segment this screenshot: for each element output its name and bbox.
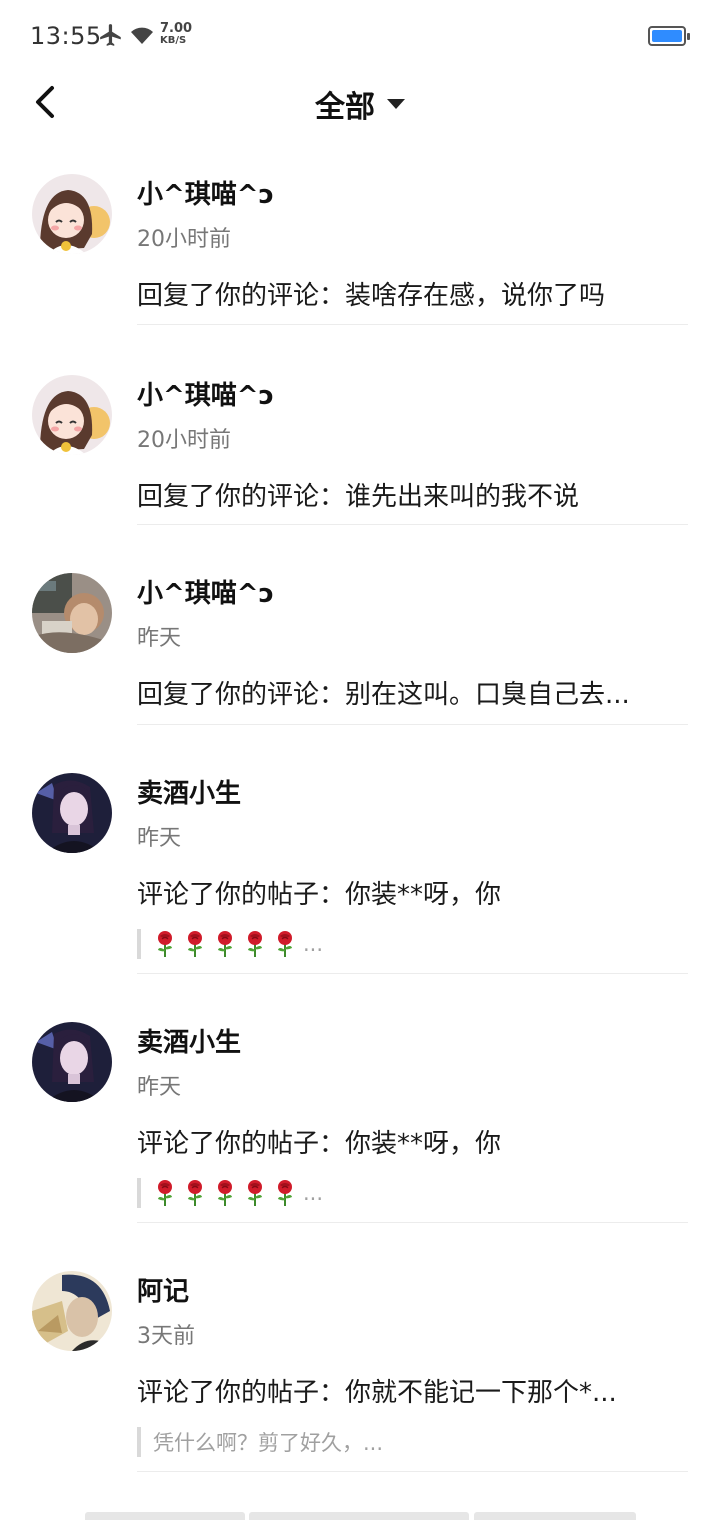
rose-emoji-row xyxy=(153,930,303,958)
notification-message: 评论了你的帖子：你装**呀，你 xyxy=(137,1129,502,1159)
user-name[interactable]: 卖酒小生 xyxy=(137,773,688,810)
quoted-post: ... xyxy=(137,929,688,959)
rose-icon xyxy=(278,931,292,957)
notification-item[interactable]: 小^琪喵^ↄ 20小时前 回复了你的评论：谁先出来叫的我不说 xyxy=(0,325,720,525)
timestamp: 昨天 xyxy=(137,1075,182,1100)
bottom-bar-segment xyxy=(249,1512,469,1520)
divider xyxy=(137,1471,688,1472)
notification-item[interactable]: 卖酒小生 昨天 评论了你的帖子：你装**呀，你 ... xyxy=(0,725,720,974)
anime-avatar-icon xyxy=(32,375,112,455)
rose-icon xyxy=(278,1180,292,1206)
status-time: 13:55 xyxy=(30,22,102,50)
page-title: 全部 xyxy=(315,90,375,125)
avatar[interactable] xyxy=(32,573,112,653)
quoted-post: 凭什么啊？剪了好久，... xyxy=(137,1427,688,1457)
network-speed-value: 7.00 xyxy=(160,21,193,36)
rose-emoji-row xyxy=(153,1179,303,1207)
timestamp: 昨天 xyxy=(137,626,182,651)
avatar[interactable] xyxy=(32,773,112,853)
timestamp: 3天前 xyxy=(137,1324,195,1349)
rose-icon xyxy=(158,931,172,957)
notification-message: 回复了你的评论：装啥存在感，说你了吗 xyxy=(137,281,606,311)
rose-icon xyxy=(218,931,232,957)
notification-item[interactable]: 小^琪喵^ↄ 20小时前 回复了你的评论：装啥存在感，说你了吗 xyxy=(0,150,720,325)
battery-icon xyxy=(648,26,690,46)
rose-icon xyxy=(188,931,202,957)
timestamp: 昨天 xyxy=(137,826,182,851)
dark-avatar-icon xyxy=(32,773,112,853)
quote-text: 凭什么啊？剪了好久，... xyxy=(153,1431,384,1455)
rose-icon xyxy=(188,1180,202,1206)
bottom-bar-segment xyxy=(85,1512,245,1520)
filter-dropdown[interactable]: 全部 xyxy=(0,82,720,126)
notification-message: 评论了你的帖子：你装**呀，你 xyxy=(137,880,502,910)
user-name[interactable]: 小^琪喵^ↄ xyxy=(137,375,688,412)
rose-icon xyxy=(248,1180,262,1206)
status-bar: 13:55 7.00 KB/S xyxy=(0,0,720,72)
user-name[interactable]: 小^琪喵^ↄ xyxy=(137,174,688,211)
user-name[interactable]: 阿记 xyxy=(137,1271,688,1308)
network-speed: 7.00 KB/S xyxy=(160,22,200,46)
network-speed-unit: KB/S xyxy=(160,35,187,46)
quoted-post: ... xyxy=(137,1178,688,1208)
caret-down-icon xyxy=(387,99,405,109)
rose-icon xyxy=(158,1180,172,1206)
notification-message: 回复了你的评论：别在这叫。口臭自己去... xyxy=(137,680,630,710)
rose-icon xyxy=(248,931,262,957)
avatar[interactable] xyxy=(32,1271,112,1351)
timestamp: 20小时前 xyxy=(137,227,231,252)
notification-item[interactable]: 阿记 3天前 评论了你的帖子：你就不能记一下那个*... 凭什么啊？剪了好久，.… xyxy=(0,1223,720,1472)
user-name[interactable]: 小^琪喵^ↄ xyxy=(137,573,688,610)
timestamp: 20小时前 xyxy=(137,428,231,453)
avatar[interactable] xyxy=(32,1022,112,1102)
notification-item[interactable]: 小^琪喵^ↄ 昨天 回复了你的评论：别在这叫。口臭自己去... xyxy=(0,525,720,725)
notification-message: 评论了你的帖子：你就不能记一下那个*... xyxy=(137,1378,617,1408)
quote-ellipsis: ... xyxy=(303,932,324,956)
rose-icon xyxy=(218,1180,232,1206)
airplane-mode-icon xyxy=(100,24,121,46)
avatar[interactable] xyxy=(32,375,112,455)
notification-message: 回复了你的评论：谁先出来叫的我不说 xyxy=(137,482,580,512)
wifi-icon xyxy=(131,27,153,44)
user-name[interactable]: 卖酒小生 xyxy=(137,1022,688,1059)
header: 全部 xyxy=(0,72,720,134)
battery-level xyxy=(652,30,682,42)
quote-ellipsis: ... xyxy=(303,1181,324,1205)
bottom-bar-segment xyxy=(474,1512,636,1520)
photo-avatar-icon xyxy=(32,573,112,653)
portrait-avatar-icon xyxy=(32,1271,112,1351)
dark-avatar-icon xyxy=(32,1022,112,1102)
notification-item[interactable]: 卖酒小生 昨天 评论了你的帖子：你装**呀，你 ... xyxy=(0,974,720,1223)
avatar[interactable] xyxy=(32,174,112,254)
anime-avatar-icon xyxy=(32,174,112,254)
